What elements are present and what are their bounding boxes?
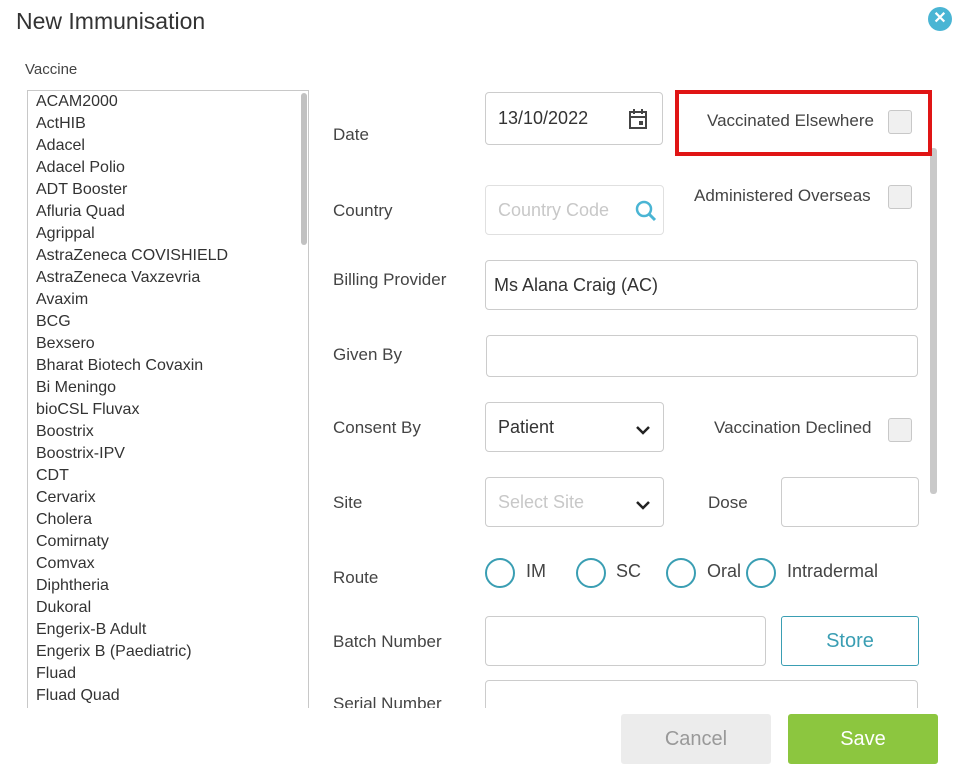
route-radio-oral[interactable] [666, 558, 696, 588]
route-radio-sc[interactable] [576, 558, 606, 588]
serial-number-label: Serial Number [333, 694, 442, 708]
given-by-field[interactable] [486, 335, 918, 377]
vaccine-list-item[interactable]: Fluad Quad [28, 685, 308, 707]
vaccine-list-item[interactable]: ACAM2000 [28, 91, 308, 113]
vaccine-list-item[interactable]: AstraZeneca Vaxzevria [28, 267, 308, 289]
dialog-title: New Immunisation [16, 8, 206, 34]
dose-field[interactable] [781, 477, 919, 527]
vaccine-list-item[interactable]: Bexsero [28, 333, 308, 355]
vaccine-list-item[interactable]: Agrippal [28, 223, 308, 245]
vaccine-list-item[interactable]: bioCSL Fluvax [28, 399, 308, 421]
vaccine-list-item[interactable]: Avaxim [28, 289, 308, 311]
store-button[interactable]: Store [781, 616, 919, 666]
route-label-oral: Oral [707, 561, 742, 581]
vaccine-list-item[interactable]: Boostrix [28, 421, 308, 443]
vaccine-list-item[interactable]: Bharat Biotech Covaxin [28, 355, 308, 377]
administered-overseas-checkbox[interactable] [888, 185, 912, 209]
search-icon[interactable] [635, 200, 657, 227]
consent-by-select[interactable]: Patient [485, 402, 664, 452]
form-scrollbar-thumb[interactable] [930, 148, 937, 494]
route-label-sc: SC [616, 561, 642, 581]
vaccination-declined-checkbox[interactable] [888, 418, 912, 442]
vaccine-list-item[interactable]: Cervarix [28, 487, 308, 509]
serial-number-row: Serial Number [320, 680, 930, 708]
vaccine-list[interactable]: ACAM2000 ActHIB Adacel Adacel Polio ADT Boos… [27, 90, 309, 708]
date-label: Date [333, 125, 369, 144]
serial-number-field[interactable] [485, 680, 918, 708]
vaccine-list-item[interactable]: AstraZeneca COVISHIELD [28, 245, 308, 267]
close-icon[interactable]: ✕ [928, 7, 952, 31]
billing-provider-value: Ms Alana Craig (AC) [494, 275, 659, 295]
route-label-im: IM [526, 561, 546, 581]
country-placeholder: Country Code [498, 200, 610, 220]
vaccine-list-item[interactable]: Afluria Quad [28, 201, 308, 223]
vaccination-declined-label: Vaccination Declined [714, 418, 872, 437]
consent-by-label: Consent By [333, 418, 421, 437]
highlight-box [675, 90, 932, 156]
calendar-icon[interactable] [628, 108, 648, 135]
country-field[interactable]: Country Code [485, 185, 664, 235]
site-placeholder: Select Site [498, 492, 585, 512]
vaccine-list-item[interactable]: Diphtheria [28, 575, 308, 597]
vaccine-list-scrollbar-thumb[interactable] [301, 93, 307, 245]
cancel-button[interactable]: Cancel [621, 714, 771, 764]
vaccine-list-item[interactable]: Adacel Polio [28, 157, 308, 179]
vaccine-list-item[interactable]: Comvax [28, 553, 308, 575]
vaccine-list-item[interactable]: Comirnaty [28, 531, 308, 553]
vaccine-list-item[interactable]: Fluad [28, 663, 308, 685]
country-label: Country [333, 201, 393, 220]
site-select[interactable]: Select Site [485, 477, 664, 527]
date-field[interactable]: 13/10/2022 [485, 92, 663, 145]
vaccine-list-item[interactable]: Cholera [28, 509, 308, 531]
route-label-intradermal: Intradermal [787, 561, 879, 581]
vaccine-list-item[interactable]: Bi Meningo [28, 377, 308, 399]
billing-provider-label: Billing Provider [333, 270, 447, 289]
billing-provider-field[interactable]: Ms Alana Craig (AC) [485, 260, 918, 310]
vaccine-list-item[interactable]: Dukoral [28, 597, 308, 619]
vaccine-list-item[interactable]: BCG [28, 311, 308, 333]
vaccine-label: Vaccine [25, 61, 78, 78]
consent-by-value: Patient [498, 417, 555, 437]
date-value: 13/10/2022 [498, 108, 589, 128]
site-label: Site [333, 493, 363, 512]
administered-overseas-label: Administered Overseas [694, 186, 871, 205]
batch-number-label: Batch Number [333, 632, 442, 651]
batch-number-field[interactable] [485, 616, 766, 666]
route-label: Route [333, 568, 379, 587]
vaccine-list-item[interactable]: Engerix B (Paediatric) [28, 641, 308, 663]
given-by-label: Given By [333, 345, 402, 364]
route-radio-intradermal[interactable] [746, 558, 776, 588]
vaccine-list-item[interactable]: ADT Booster [28, 179, 308, 201]
chevron-down-icon[interactable] [635, 497, 651, 515]
vaccine-list-item[interactable]: ActHIB [28, 113, 308, 135]
vaccine-list-item[interactable]: Adacel [28, 135, 308, 157]
vaccine-list-item[interactable]: Engerix-B Adult [28, 619, 308, 641]
chevron-down-icon[interactable] [635, 422, 651, 440]
vaccine-list-item[interactable]: Boostrix-IPV [28, 443, 308, 465]
dose-label: Dose [708, 493, 748, 512]
save-button[interactable]: Save [788, 714, 938, 764]
vaccine-list-item[interactable]: CDT [28, 465, 308, 487]
route-radio-im[interactable] [485, 558, 515, 588]
